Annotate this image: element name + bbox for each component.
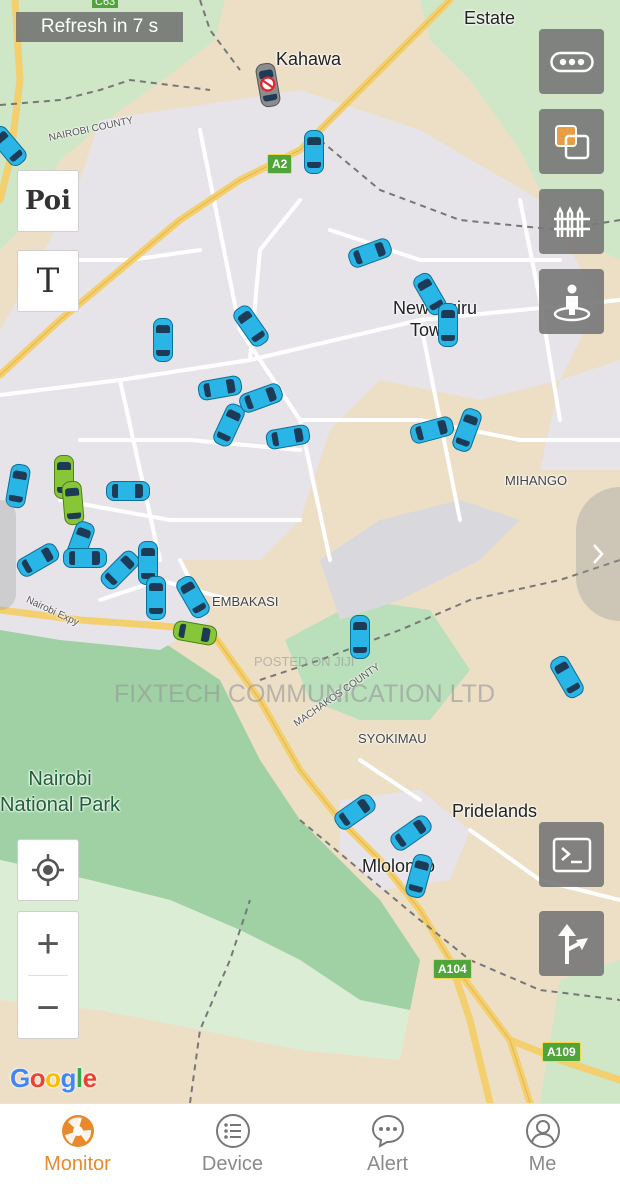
locate-button[interactable] xyxy=(17,839,79,901)
map-label-estate: Estate xyxy=(464,8,516,28)
monitor-icon xyxy=(61,1115,94,1147)
vehicle-marker-idle[interactable] xyxy=(61,480,85,526)
command-icon xyxy=(552,837,591,872)
device-list-icon xyxy=(215,1114,250,1148)
google-logo: Google xyxy=(10,1063,97,1093)
map-label-park-line2: National Park xyxy=(0,794,121,816)
vehicle-marker-moving[interactable] xyxy=(438,303,458,347)
map-label-embakasi: EMBAKASI xyxy=(212,594,279,609)
more-icon xyxy=(549,51,594,72)
street-view-icon xyxy=(553,284,590,321)
map-label-mihango: MIHANGO xyxy=(505,473,568,488)
left-drawer-handle[interactable] xyxy=(0,500,16,610)
poi-button[interactable]: Poi xyxy=(17,170,79,232)
tab-alert[interactable]: Alert xyxy=(310,1104,465,1186)
tab-monitor-label: Monitor xyxy=(44,1153,111,1175)
map-label-nairobi-national-park: Nairobi National Park xyxy=(0,766,120,818)
street-view-button[interactable] xyxy=(539,269,604,334)
profile-icon xyxy=(525,1114,560,1148)
zoom-in-label: + xyxy=(36,921,60,966)
map-label-kahawa: Kahawa xyxy=(276,49,342,69)
tab-me-label: Me xyxy=(528,1153,557,1175)
refresh-countdown: Refresh in 7 s xyxy=(16,12,183,42)
layers-icon xyxy=(554,124,589,159)
road-shield-a2: A2 xyxy=(267,154,293,174)
route-icon xyxy=(557,923,588,964)
watermark-posted-on: POSTED ON JIJI xyxy=(254,654,355,669)
tab-me[interactable]: Me xyxy=(465,1104,620,1186)
zoom-out-button[interactable]: − xyxy=(18,976,78,1039)
layers-button[interactable] xyxy=(539,109,604,174)
map-label-c63: C63 xyxy=(92,0,119,8)
fence-icon xyxy=(553,205,590,237)
bottom-tab-bar: Monitor Device Alert Me xyxy=(0,1103,620,1186)
route-button[interactable] xyxy=(539,911,604,976)
more-button[interactable] xyxy=(539,29,604,94)
no-entry-icon xyxy=(260,76,276,92)
vehicle-marker-moving[interactable] xyxy=(106,481,150,501)
vehicle-marker-moving[interactable] xyxy=(63,548,107,568)
tab-device-label: Device xyxy=(201,1153,264,1175)
vehicle-marker-moving[interactable] xyxy=(350,615,370,659)
command-button[interactable] xyxy=(539,822,604,887)
map-view[interactable]: C63 Estate Kahawa NAIROBI COUNTY New Rui… xyxy=(0,0,620,1103)
zoom-in-button[interactable]: + xyxy=(18,912,78,975)
map-label-pridelands: Pridelands xyxy=(452,801,538,821)
zoom-control: + − xyxy=(17,911,79,1039)
map-label-new-ruiru-line2: Town xyxy=(410,320,453,340)
fence-button[interactable] xyxy=(539,189,604,254)
text-tool-label: T xyxy=(36,261,60,301)
vehicle-marker-moving[interactable] xyxy=(146,576,166,620)
road-shield-a109: A109 xyxy=(542,1042,581,1062)
right-drawer-handle[interactable] xyxy=(576,487,620,621)
vehicle-marker-moving[interactable] xyxy=(304,130,324,174)
vehicle-marker-moving[interactable] xyxy=(153,318,173,362)
chevron-right-icon xyxy=(593,544,604,564)
tab-monitor[interactable]: Monitor xyxy=(0,1104,155,1186)
text-tool-button[interactable]: T xyxy=(17,250,79,312)
zoom-out-label: − xyxy=(36,985,60,1030)
tab-device[interactable]: Device xyxy=(155,1104,310,1186)
map-label-syokimau: SYOKIMAU xyxy=(358,731,427,746)
watermark-company: FIXTECH COMMUNICATION LTD xyxy=(114,680,496,708)
map-label-park-line1: Nairobi xyxy=(28,768,92,790)
road-shield-a104: A104 xyxy=(433,959,472,979)
tab-alert-label: Alert xyxy=(366,1153,409,1175)
poi-label: Poi xyxy=(24,186,72,216)
crosshair-icon xyxy=(32,854,64,886)
alert-chat-icon xyxy=(371,1114,404,1148)
